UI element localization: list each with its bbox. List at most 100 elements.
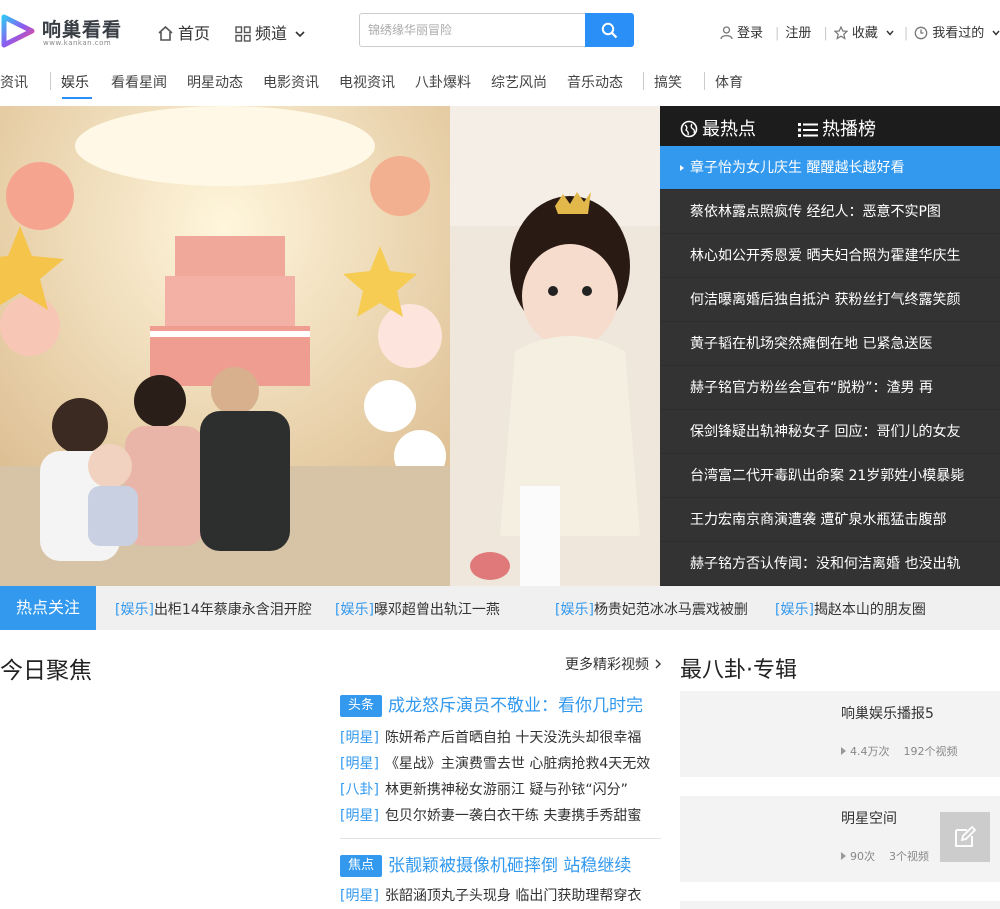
favorites-menu[interactable]: 收藏 xyxy=(833,25,898,41)
album-name: 明星空间 xyxy=(841,811,897,827)
hot-focus-ticker: 热点关注 [娱乐]出柜14年蔡康永含泪开腔 [娱乐]曝邓超曾出轨江一燕 [娱乐]… xyxy=(0,586,1000,630)
history-menu[interactable]: 我看过的 xyxy=(914,26,1000,41)
section-title-focus: 今日聚焦 xyxy=(0,658,92,684)
album-card[interactable] xyxy=(680,901,1000,909)
nav-channel-menu[interactable]: 频道 xyxy=(235,20,309,44)
ticker-tag: [娱乐] xyxy=(115,602,154,618)
list-item[interactable]: [明星] 张韶涵顶丸子头现身 临出门获助理帮穿衣 xyxy=(340,883,661,909)
hot-news-text: 章子怡为女儿庆生 醒醒越长越好看 xyxy=(690,160,905,176)
more-videos-label: 更多精彩视频 xyxy=(565,657,649,673)
news-text: 陈妍希产后首晒自拍 十天没洗头却很幸福 xyxy=(384,730,642,746)
play-icon xyxy=(841,852,846,860)
search-input[interactable]: 锦绣缘华丽冒险 xyxy=(359,13,587,47)
home-icon xyxy=(158,25,173,41)
star-icon xyxy=(833,25,849,40)
album-name: 响巢娱乐播报5 xyxy=(841,706,934,722)
headline-link[interactable]: 焦点 张靓颖被摄像机砸摔倒 站稳继续 xyxy=(340,851,661,877)
headline-badge: 焦点 xyxy=(340,855,382,877)
news-tag: [明星] xyxy=(340,888,379,904)
hot-news-item[interactable]: 王力宏南京商演遭袭 遭矿泉水瓶猛击腹部 xyxy=(660,498,1000,542)
hot-news-item[interactable]: 赫子铭官方粉丝会宣布“脱粉”：渣男 再 xyxy=(660,366,1000,410)
subnav-item-entertainment[interactable]: 娱乐 xyxy=(61,72,89,92)
divider xyxy=(340,838,661,839)
hot-news-text: 王力宏南京商演遭袭 遭矿泉水瓶猛击腹部 xyxy=(690,512,947,528)
hot-news-panel: 最热点 热播榜 章子怡为女儿庆生 醒醒越长越好看 蔡依林露点照疯传 经纪人：恶意… xyxy=(660,106,1000,586)
chevron-down-icon xyxy=(992,30,1000,36)
list-item[interactable]: [明星] 陈妍希产后首晒自拍 十天没洗头却很幸福 xyxy=(340,725,661,751)
separator: | xyxy=(823,26,828,41)
hot-news-text: 台湾富二代开毒趴出命案 21岁郭姓小模暴毙 xyxy=(690,468,965,484)
tab-hot[interactable]: 最热点 xyxy=(680,115,756,141)
hot-news-text: 赫子铭官方粉丝会宣布“脱粉”：渣男 再 xyxy=(690,380,933,396)
list-item[interactable]: [明星] 《星战》主演费雪去世 心脏病抢救4天无效 xyxy=(340,751,661,777)
hot-news-item[interactable]: 台湾富二代开毒趴出命案 21岁郭姓小模暴毙 xyxy=(660,454,1000,498)
hot-news-item[interactable]: 保剑锋疑出轨神秘女子 回应：哥们儿的女友 xyxy=(660,410,1000,454)
subnav-item-funny[interactable]: 搞笑 xyxy=(654,72,682,92)
subnav-item-variety[interactable]: 综艺风尚 xyxy=(491,72,547,92)
grid-icon xyxy=(235,26,251,42)
news-tag: [明星] xyxy=(340,808,379,824)
login-label: 登录 xyxy=(737,26,764,41)
album-card[interactable]: 响巢娱乐播报5 4.4万次 192个视频 xyxy=(680,691,1000,777)
album-plays: 4.4万次 xyxy=(850,745,890,758)
ticker-tag: [娱乐] xyxy=(335,602,374,618)
ticker-text: 揭赵本山的朋友圈 xyxy=(813,602,926,618)
hot-news-text: 黄子韬在机场突然瘫倒在地 已紧急送医 xyxy=(690,336,933,352)
subnav-item-music[interactable]: 音乐动态 xyxy=(567,72,623,92)
ticker-label: 热点关注 xyxy=(0,586,96,630)
user-links: 登录 | 注册 | 收藏 | 我看过的 xyxy=(720,22,1000,41)
nav-home-link[interactable]: 首页 xyxy=(157,20,210,44)
hot-news-item[interactable]: 何洁曝离婚后独自抵沪 获粉丝打气终露笑颜 xyxy=(660,278,1000,322)
site-logo[interactable]: 响巢看看 www.kankan.com xyxy=(0,14,135,48)
ticker-tag: [娱乐] xyxy=(555,602,594,618)
news-tag: [八卦] xyxy=(340,782,379,798)
ticker-item[interactable]: [娱乐]出柜14年蔡康永含泪开腔 xyxy=(115,599,312,619)
subnav-item-star-news[interactable]: 看看星闻 xyxy=(111,72,167,92)
subnav-item-tv-news[interactable]: 电视资讯 xyxy=(339,72,395,92)
hot-news-item[interactable]: 蔡依林露点照疯传 经纪人：恶意不实P图 xyxy=(660,190,1000,234)
nav-channel-label: 频道 xyxy=(255,24,288,43)
subnav-item-sports[interactable]: 体育 xyxy=(715,72,743,92)
hot-news-item[interactable]: 黄子韬在机场突然瘫倒在地 已紧急送医 xyxy=(660,322,1000,366)
hot-news-item[interactable]: 林心如公开秀恩爱 晒夫妇合照为霍建华庆生 xyxy=(660,234,1000,278)
separator xyxy=(50,72,51,90)
ticker-item[interactable]: [娱乐]揭赵本山的朋友圈 xyxy=(775,599,926,619)
chevron-down-icon xyxy=(295,31,305,38)
tab-rank[interactable]: 热播榜 xyxy=(798,115,876,141)
search-button[interactable] xyxy=(585,13,634,47)
ticker-text: 出柜14年蔡康永含泪开腔 xyxy=(153,602,312,618)
hot-news-text: 蔡依林露点照疯传 经纪人：恶意不实P图 xyxy=(690,204,941,220)
ticker-text: 曝邓超曾出轨江一燕 xyxy=(373,602,500,618)
subnav-item-news[interactable]: 资讯 xyxy=(0,72,28,92)
news-text: 包贝尔娇妻一袭白衣干练 夫妻携手秀甜蜜 xyxy=(384,808,642,824)
more-videos-link[interactable]: 更多精彩视频 xyxy=(565,654,662,674)
headline-link[interactable]: 头条 成龙怒斥演员不敬业：看你几时完 xyxy=(340,691,661,717)
globe-icon xyxy=(680,120,698,138)
hot-news-text: 保剑锋疑出轨神秘女子 回应：哥们儿的女友 xyxy=(690,424,961,440)
ticker-item[interactable]: [娱乐]曝邓超曾出轨江一燕 xyxy=(335,599,500,619)
list-item[interactable]: [明星] 包贝尔娇妻一袭白衣干练 夫妻携手秀甜蜜 xyxy=(340,803,661,829)
feedback-button[interactable] xyxy=(940,812,990,862)
subnav-item-gossip[interactable]: 八卦爆料 xyxy=(415,72,471,92)
subnav-item-star-updates[interactable]: 明星动态 xyxy=(187,72,243,92)
subnav-item-movie-news[interactable]: 电影资讯 xyxy=(263,72,319,92)
login-link[interactable]: 登录 xyxy=(720,26,769,41)
hot-news-item[interactable]: 章子怡为女儿庆生 醒醒越长越好看 xyxy=(660,146,1000,190)
user-icon xyxy=(720,26,733,40)
tab-rank-label: 热播榜 xyxy=(822,119,876,140)
register-label: 注册 xyxy=(785,26,812,41)
album-video-count: 192个视频 xyxy=(903,745,958,758)
focus-block-focus: 焦点 张靓颖被摄像机砸摔倒 站稳继续 [明星] 张韶涵顶丸子头现身 临出门获助理帮穿… xyxy=(340,851,661,909)
album-meta: 90次 3个视频 xyxy=(841,848,929,864)
ticker-item[interactable]: [娱乐]杨贵妃范冰冰马震戏被删 xyxy=(555,599,748,619)
arrow-icon xyxy=(680,165,684,171)
hero-banner[interactable] xyxy=(0,106,660,586)
separator: | xyxy=(903,26,909,41)
clock-icon xyxy=(914,26,928,40)
chevron-right-icon xyxy=(655,659,661,669)
hot-news-item[interactable]: 赫子铭方否认传闻：没和何洁离婚 也没出轨 xyxy=(660,542,1000,586)
register-link[interactable]: 注册 xyxy=(785,26,817,41)
list-item[interactable]: [八卦] 林更新携神秘女游丽江 疑与孙铱“闪分” xyxy=(340,777,661,803)
news-tag: [明星] xyxy=(340,756,379,772)
hot-news-text: 赫子铭方否认传闻：没和何洁离婚 也没出轨 xyxy=(690,556,961,572)
